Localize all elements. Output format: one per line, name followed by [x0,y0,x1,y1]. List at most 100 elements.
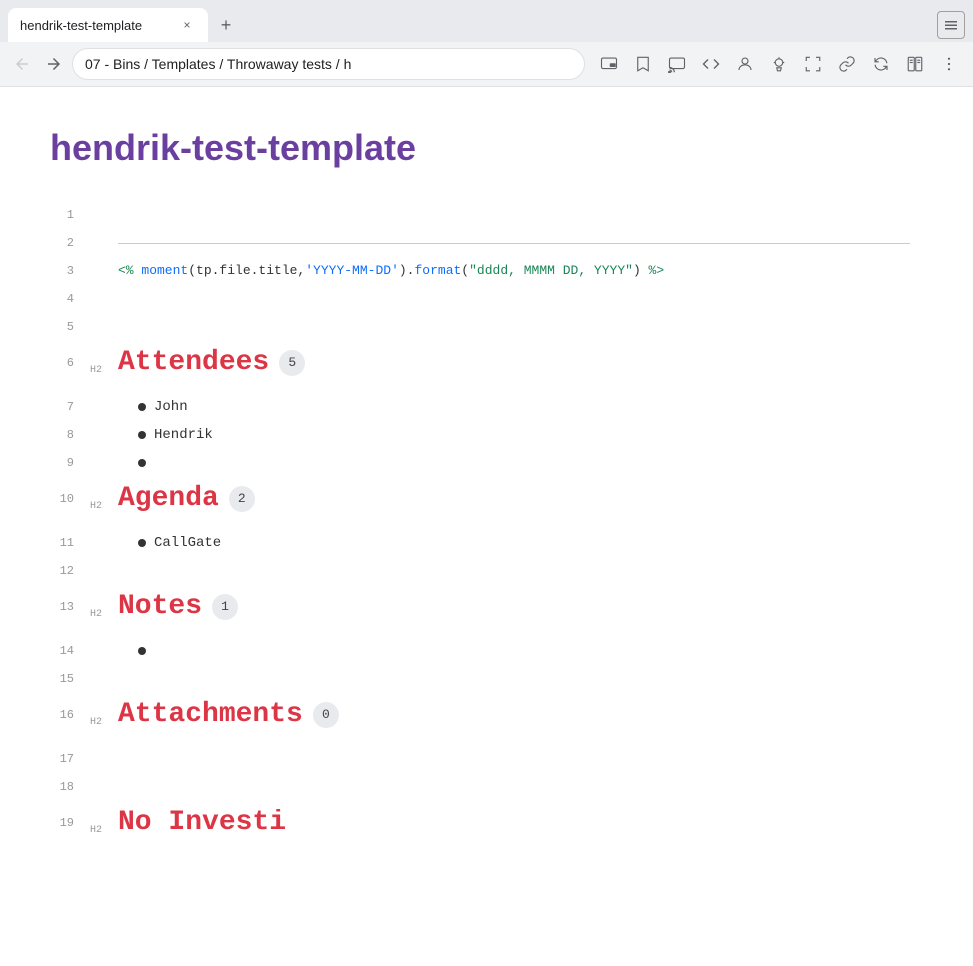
code-line-15: 15 [50,665,910,693]
code-line-13: 13 H2 Notes 1 [50,593,910,637]
bullet-dot-11 [138,539,146,547]
line-number-7: 7 [50,393,90,421]
line-separator [118,243,910,244]
bullet-dot-9 [138,459,146,467]
code-line-12: 12 [50,557,910,585]
attendee-empty [118,449,146,467]
forward-button[interactable] [40,50,68,78]
browser-chrome: hendrik-test-template × + 07 - Bins / Te… [0,0,973,87]
code-line-14: 14 [50,637,910,665]
editor-area: 1 2 3 <% moment(tp.file.title,'YYYY-MM-D… [50,201,910,853]
code-icon[interactable] [695,48,727,80]
code-line-17: 17 [50,745,910,773]
page-title: hendrik-test-template [50,127,910,169]
pip-icon[interactable] [593,48,625,80]
breadcrumb: 07 - Bins / Templates / Throwaway tests … [85,56,572,72]
reload-button[interactable] [865,48,897,80]
page-content: hendrik-test-template 1 2 3 <% moment(tp… [0,87,960,893]
agenda-callgate: CallGate [118,529,221,557]
back-button[interactable] [8,50,36,78]
code-line-11: 11 CallGate [50,529,910,557]
lens-icon[interactable] [763,48,795,80]
bullet-dot-14 [138,647,146,655]
line-number-15: 15 [50,665,90,693]
line-number-18: 18 [50,773,90,801]
notes-title: Notes [118,593,202,621]
line-number-8: 8 [50,421,90,449]
reader-view-icon[interactable] [899,48,931,80]
agenda-title: Agenda [118,485,219,513]
line-tag-16: H2 [90,701,110,745]
active-tab[interactable]: hendrik-test-template × [8,8,208,42]
line-number-10: 10 [50,485,90,513]
attendees-heading: Attendees 5 [118,349,305,377]
agenda-heading: Agenda 2 [118,485,255,513]
agenda-badge: 2 [229,486,255,512]
line-number-4: 4 [50,285,90,313]
line-tag-19: H2 [90,809,110,853]
line-number-13: 13 [50,593,90,621]
code-line-19: 19 H2 No Investi [50,809,910,853]
line-tag-10: H2 [90,485,110,529]
line-number-12: 12 [50,557,90,585]
new-tab-button[interactable]: + [212,11,240,39]
notes-empty-1 [118,637,146,655]
code-line-8: 8 Hendrik [50,421,910,449]
code-line-2: 2 [50,229,910,257]
notes-heading: Notes 1 [118,593,238,621]
tab-close-button[interactable]: × [178,16,196,34]
more-options-button[interactable] [933,48,965,80]
toolbar-icons [593,48,965,80]
line-tag-6: H2 [90,349,110,393]
tab-bar: hendrik-test-template × + [0,0,973,42]
tab-title: hendrik-test-template [20,18,170,33]
line-content-3: <% moment(tp.file.title,'YYYY-MM-DD').fo… [118,257,910,285]
agenda-callgate-text: CallGate [154,529,221,557]
code-line-1: 1 [50,201,910,229]
fullscreen-icon[interactable] [797,48,829,80]
attachments-heading: Attachments 0 [118,701,339,729]
profile-icon[interactable] [729,48,761,80]
attendee-hendrik-text: Hendrik [154,421,213,449]
attendee-john: John [118,393,188,421]
line-number-6: 6 [50,349,90,377]
line-number-9: 9 [50,449,90,477]
line-number-16: 16 [50,701,90,729]
tab-strip-menu-button[interactable] [937,11,965,39]
line-number-5: 5 [50,313,90,341]
attachments-badge: 0 [313,702,339,728]
bullet-dot-8 [138,431,146,439]
line-number-2: 2 [50,229,90,257]
code-line-16: 16 H2 Attachments 0 [50,701,910,745]
code-line-6: 6 H2 Attendees 5 [50,349,910,393]
address-input[interactable]: 07 - Bins / Templates / Throwaway tests … [72,48,585,80]
notes-badge: 1 [212,594,238,620]
cast-icon[interactable] [661,48,693,80]
line-number-11: 11 [50,529,90,557]
bullet-dot-7 [138,403,146,411]
code-line-10: 10 H2 Agenda 2 [50,485,910,529]
line-number-3: 3 [50,257,90,285]
code-line-9: 9 [50,449,910,477]
code-line-7: 7 John [50,393,910,421]
partial-section-title: No Investi [118,809,286,837]
line-tag-13: H2 [90,593,110,637]
attendee-john-text: John [154,393,188,421]
code-line-18: 18 [50,773,910,801]
code-line-5: 5 [50,313,910,341]
code-line-4: 4 [50,285,910,313]
line-number-19: 19 [50,809,90,837]
bookmark-icon[interactable] [627,48,659,80]
line-number-17: 17 [50,745,90,773]
code-line-3: 3 <% moment(tp.file.title,'YYYY-MM-DD').… [50,257,910,285]
attendees-badge: 5 [279,350,305,376]
partial-section-heading: No Investi [118,809,286,837]
attachments-title: Attachments [118,701,303,729]
attendees-title: Attendees [118,349,269,377]
line-number-14: 14 [50,637,90,665]
tab-bar-right [937,11,965,39]
address-bar: 07 - Bins / Templates / Throwaway tests … [0,42,973,86]
link-icon[interactable] [831,48,863,80]
line-number-1: 1 [50,201,90,229]
attendee-hendrik: Hendrik [118,421,213,449]
